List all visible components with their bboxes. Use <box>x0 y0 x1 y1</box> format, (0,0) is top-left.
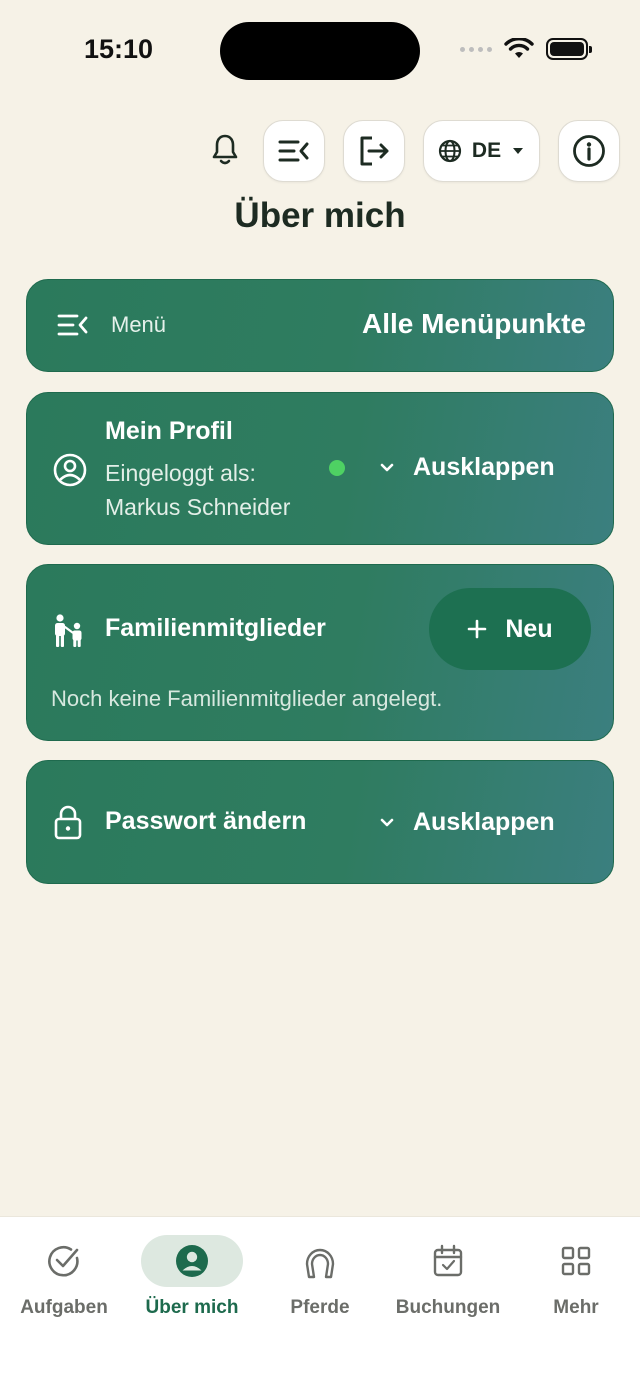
globe-icon <box>438 139 462 163</box>
horseshoe-icon <box>305 1248 335 1279</box>
caret-down-icon <box>513 148 524 154</box>
battery-icon <box>546 38 592 60</box>
lock-icon <box>54 805 82 840</box>
check-circle-icon <box>48 1245 79 1277</box>
bell-icon <box>212 134 238 165</box>
status-icons <box>460 38 592 60</box>
profile-title: Mein Profil <box>105 417 233 445</box>
chevron-down-icon <box>380 818 394 826</box>
change-password-title: Passwort ändern <box>105 807 307 835</box>
all-menu-items-link[interactable]: Alle Menüpunkte <box>362 308 586 340</box>
status-time: 15:10 <box>84 34 154 64</box>
cellular-signal-icon <box>460 46 492 52</box>
profile-login-info: Eingeloggt als: Markus Schneider <box>105 456 290 524</box>
user-circle-icon <box>176 1245 208 1277</box>
notifications-button[interactable] <box>207 130 243 170</box>
family-icon <box>55 614 82 647</box>
tab-label: Buchungen <box>395 1297 501 1318</box>
family-empty-message: Noch keine Familienmitglieder angelegt. <box>51 686 443 711</box>
grid-icon <box>561 1246 591 1276</box>
expand-label: Ausklappen <box>413 453 555 481</box>
menu-toggle-button[interactable] <box>263 120 325 182</box>
screen: 15:10 DE Über mich Menü Alle Menüpunkte … <box>0 0 640 1392</box>
tab-label: Über mich <box>145 1297 239 1318</box>
family-members-card: Familienmitglieder Neu Noch keine Famili… <box>26 564 614 741</box>
menu-collapse-icon <box>57 314 88 336</box>
tab-buchungen[interactable]: Buchungen <box>384 1235 512 1335</box>
logged-in-label: Eingeloggt als: <box>105 460 256 486</box>
expand-label: Ausklappen <box>413 808 555 836</box>
calendar-icon <box>433 1244 463 1277</box>
tab-mehr[interactable]: Mehr <box>512 1235 640 1335</box>
tab-aufgaben[interactable]: Aufgaben <box>0 1235 128 1335</box>
page-title: Über mich <box>234 196 406 235</box>
info-icon <box>573 135 605 167</box>
tab-ueber-mich[interactable]: Über mich <box>128 1235 256 1335</box>
tab-label: Aufgaben <box>20 1297 108 1318</box>
language-selector[interactable]: DE <box>423 120 540 182</box>
status-bar: 15:10 <box>0 0 640 100</box>
menu-label: Menü <box>111 312 167 337</box>
password-expand-button[interactable]: Ausklappen <box>379 808 555 837</box>
new-family-member-button[interactable]: Neu <box>429 588 591 670</box>
wifi-icon <box>504 38 534 58</box>
profile-expand-button[interactable]: Ausklappen <box>379 453 555 482</box>
change-password-card[interactable]: Passwort ändern Ausklappen <box>26 760 614 884</box>
tab-label: Pferde <box>290 1297 350 1318</box>
logout-button[interactable] <box>343 120 405 182</box>
profile-card[interactable]: Mein Profil Eingeloggt als: Markus Schne… <box>26 392 614 545</box>
plus-icon <box>468 619 487 639</box>
logout-icon <box>360 136 389 166</box>
user-name: Markus Schneider <box>105 494 291 520</box>
new-label: Neu <box>505 614 553 643</box>
menu-collapse-icon <box>278 140 309 162</box>
dynamic-island <box>220 22 420 80</box>
top-toolbar: DE <box>0 120 640 184</box>
bottom-tab-bar: Aufgaben Über mich Pferde Buchungen Mehr <box>0 1216 640 1392</box>
tab-pferde[interactable]: Pferde <box>256 1235 384 1335</box>
language-label: DE <box>471 139 502 162</box>
tab-label: Mehr <box>553 1297 599 1318</box>
family-members-title: Familienmitglieder <box>105 614 326 642</box>
menu-card[interactable]: Menü Alle Menüpunkte <box>26 279 614 372</box>
user-circle-icon <box>53 453 87 487</box>
chevron-down-icon <box>380 463 394 471</box>
info-button[interactable] <box>558 120 620 182</box>
online-status-dot <box>329 460 345 476</box>
